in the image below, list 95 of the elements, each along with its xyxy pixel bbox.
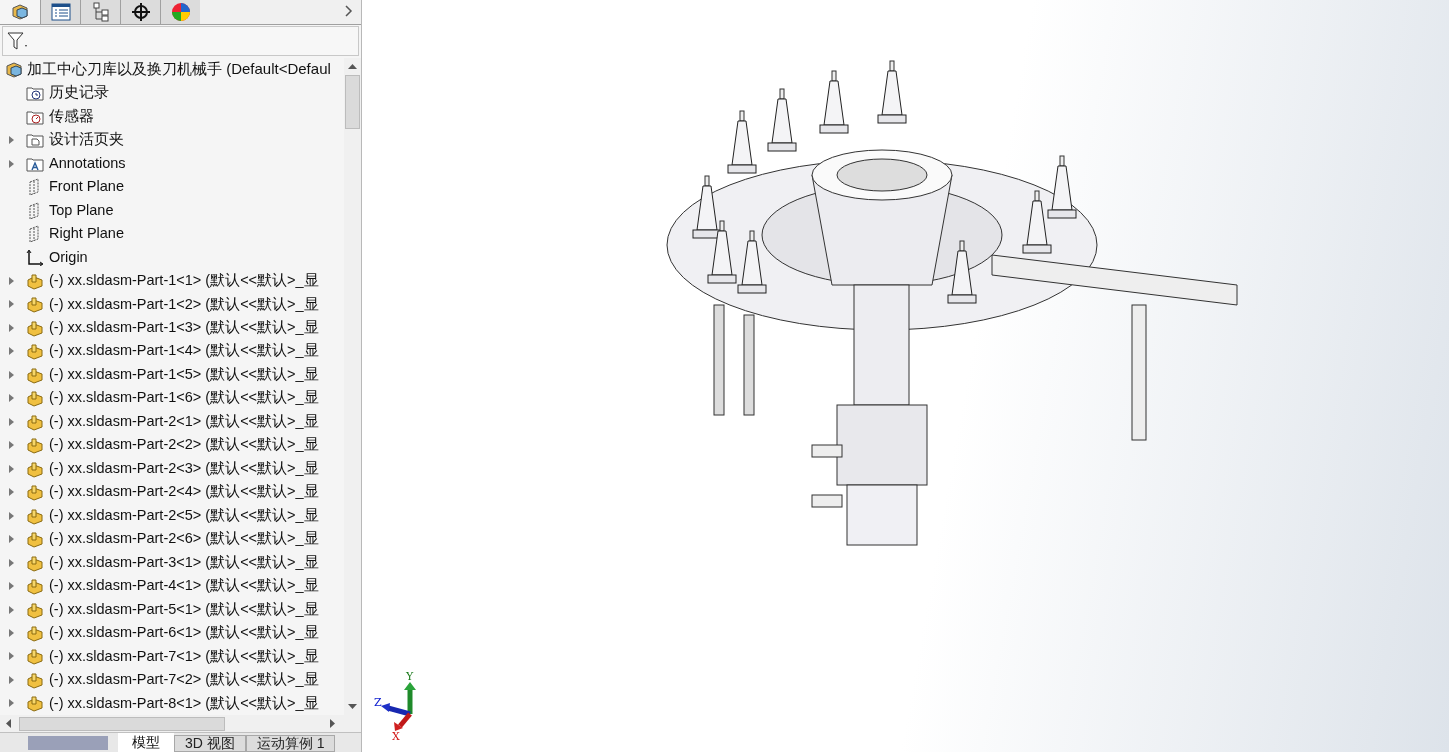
expand-arrow-icon[interactable]: [9, 652, 15, 661]
tree-item[interactable]: 传感器: [49, 105, 94, 128]
tree-item[interactable]: 历史记录: [49, 82, 109, 105]
bottom-tab[interactable]: 运动算例 1: [245, 735, 336, 752]
expand-arrow-icon[interactable]: [9, 347, 15, 356]
tree-item[interactable]: (-) xx.sldasm-Part-6<1> (默认<<默认>_显: [49, 622, 319, 644]
part-icon: [26, 342, 44, 361]
tree-item[interactable]: (-) xx.sldasm-Part-2<3> (默认<<默认>_显: [49, 457, 319, 480]
part-icon: [26, 459, 44, 478]
tree-item[interactable]: (-) xx.sldasm-Part-4<1> (默认<<默认>_显: [49, 575, 319, 597]
expand-arrow-icon[interactable]: [9, 511, 15, 520]
scroll-down-arrow-icon[interactable]: [348, 704, 357, 709]
part-icon: [26, 577, 44, 596]
tree-item[interactable]: Origin: [49, 246, 88, 269]
expand-arrow-icon[interactable]: [9, 582, 15, 591]
tree-item[interactable]: (-) xx.sldasm-Part-2<6> (默认<<默认>_显: [49, 528, 319, 550]
expand-arrow-icon[interactable]: [9, 488, 15, 497]
expand-arrow-icon[interactable]: [9, 136, 15, 145]
part-icon: [26, 506, 44, 525]
tree-item[interactable]: (-) xx.sldasm-Part-8<1> (默认<<默认>_显: [49, 692, 319, 715]
assembly-icon: [10, 1, 30, 22]
tree-item[interactable]: 加工中心刀库以及换刀机械手 (Default<Defaul: [0, 58, 344, 82]
expand-arrow-icon[interactable]: [9, 370, 15, 379]
expand-arrow-icon[interactable]: [9, 394, 15, 403]
tree-item[interactable]: (-) xx.sldasm-Part-5<1> (默认<<默认>_显: [49, 598, 319, 621]
tree-item[interactable]: Front Plane: [49, 176, 124, 198]
expand-arrow-icon[interactable]: [9, 441, 15, 450]
expand-arrow-icon[interactable]: [9, 605, 15, 614]
tree-item[interactable]: (-) xx.sldasm-Part-2<4> (默认<<默认>_显: [49, 481, 319, 504]
tree-item[interactable]: (-) xx.sldasm-Part-1<3> (默认<<默认>_显: [49, 317, 319, 339]
scrollbar-thumb[interactable]: [345, 75, 360, 129]
tree-item[interactable]: (-) xx.sldasm-Part-1<5> (默认<<默认>_显: [49, 363, 319, 386]
origin-icon: [26, 248, 44, 267]
expand-arrow-icon[interactable]: [9, 159, 15, 168]
expand-arrow-icon[interactable]: [9, 558, 15, 567]
tree-item[interactable]: Annotations: [49, 152, 126, 175]
history-folder-icon: [26, 85, 44, 102]
horizontal-scrollbar[interactable]: [0, 715, 361, 732]
property-list-icon: [50, 2, 71, 21]
part-icon: [26, 624, 44, 642]
expand-arrow-icon[interactable]: [9, 417, 15, 426]
tree-item[interactable]: Right Plane: [49, 223, 124, 245]
tree-item[interactable]: (-) xx.sldasm-Part-1<2> (默认<<默认>_显: [49, 293, 319, 316]
part-icon: [26, 436, 44, 455]
tree-item[interactable]: (-) xx.sldasm-Part-7<2> (默认<<默认>_显: [49, 669, 319, 691]
expand-arrow-icon[interactable]: [9, 535, 15, 544]
folder-icon: [26, 132, 44, 149]
scroll-up-arrow-icon[interactable]: [348, 64, 357, 69]
part-icon: [26, 389, 44, 408]
part-icon: [26, 365, 44, 384]
panel-tab[interactable]: [40, 0, 80, 24]
expand-arrow-icon[interactable]: [9, 699, 15, 708]
chevron-right-icon[interactable]: [345, 5, 353, 17]
filter-icon[interactable]: [7, 31, 29, 51]
expand-arrow-icon[interactable]: [9, 464, 15, 473]
assembly-icon: [4, 59, 24, 80]
vertical-scrollbar[interactable]: [344, 58, 361, 715]
tree-item[interactable]: (-) xx.sldasm-Part-2<5> (默认<<默认>_显: [49, 504, 319, 527]
bottom-tab[interactable]: 模型: [118, 733, 174, 752]
part-icon: [26, 483, 44, 502]
part-icon: [26, 412, 44, 431]
axis-triad-drawing: Y Z X: [372, 670, 427, 742]
part-icon: [26, 647, 44, 666]
part-icon: [26, 670, 44, 689]
expand-arrow-icon[interactable]: [9, 323, 15, 332]
bottom-tab[interactable]: 3D 视图: [174, 735, 246, 752]
tree-item[interactable]: (-) xx.sldasm-Part-2<1> (默认<<默认>_显: [49, 410, 319, 433]
scroll-right-arrow-icon[interactable]: [330, 719, 335, 728]
configuration-tree-icon: [91, 1, 110, 22]
part-icon: [26, 553, 44, 572]
part-icon: [26, 318, 44, 337]
tree-item[interactable]: (-) xx.sldasm-Part-3<1> (默认<<默认>_显: [49, 551, 319, 574]
tree-item[interactable]: Top Plane: [49, 199, 114, 222]
tree-item[interactable]: (-) xx.sldasm-Part-7<1> (默认<<默认>_显: [49, 645, 319, 668]
expand-arrow-icon[interactable]: [9, 629, 15, 637]
scroll-left-arrow-icon[interactable]: [6, 719, 11, 728]
expand-arrow-icon[interactable]: [9, 276, 15, 285]
expand-arrow-icon[interactable]: [9, 300, 15, 309]
color-wheel-icon: [170, 1, 191, 22]
gauge-folder-icon: [26, 108, 44, 125]
tree-item[interactable]: (-) xx.sldasm-Part-1<4> (默认<<默认>_显: [49, 340, 319, 363]
panel-tab[interactable]: [120, 0, 160, 24]
expand-arrow-icon[interactable]: [9, 675, 15, 684]
part-icon: [26, 694, 44, 713]
tree-item[interactable]: 设计活页夹: [49, 129, 124, 151]
part-icon: [26, 295, 44, 314]
scrollbar-thumb[interactable]: [19, 716, 225, 731]
part-icon: [26, 530, 44, 549]
tree-item[interactable]: (-) xx.sldasm-Part-2<2> (默认<<默认>_显: [49, 434, 319, 457]
tree-item[interactable]: (-) xx.sldasm-Part-1<1> (默认<<默认>_显: [49, 270, 319, 292]
part-icon: [26, 600, 44, 619]
annotations-folder-icon: [26, 155, 44, 172]
tree-item[interactable]: (-) xx.sldasm-Part-1<6> (默认<<默认>_显: [49, 387, 319, 410]
crosshair-icon: [130, 1, 151, 22]
part-icon: [26, 271, 44, 290]
